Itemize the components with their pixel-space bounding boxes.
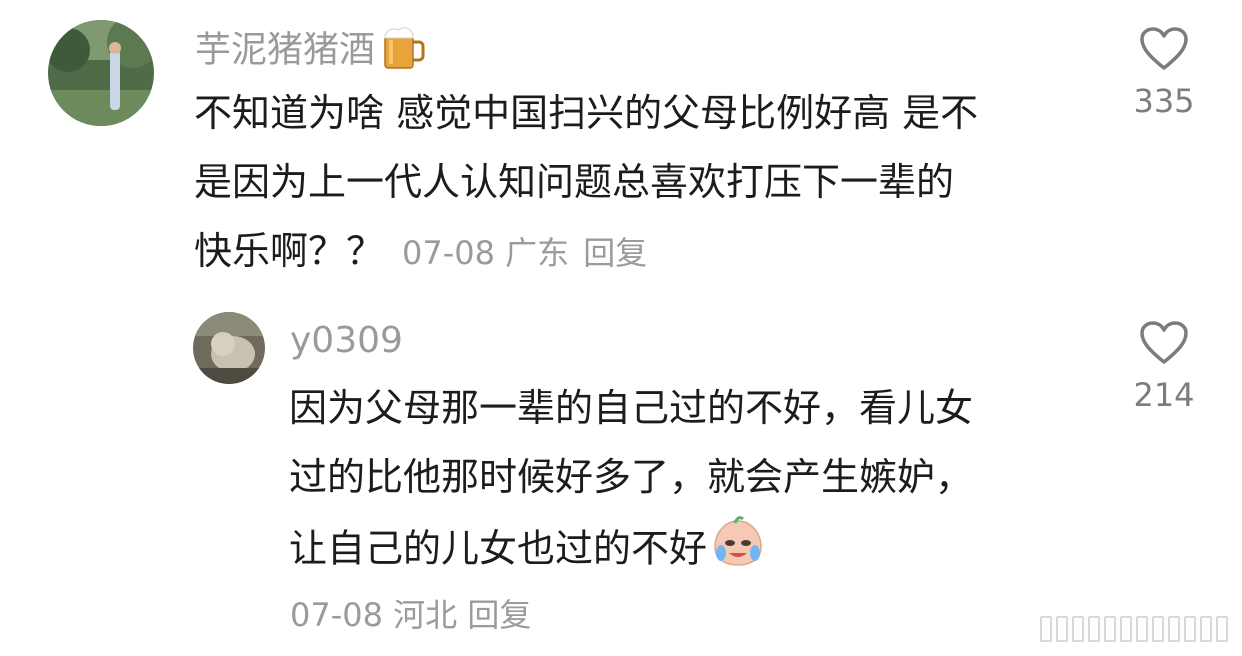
comment-line-last: 快乐啊？？ 07-08 广东 回复	[194, 229, 648, 273]
beer-mug-icon	[379, 24, 427, 79]
comment-line: 过的比他那时候好多了，就会产生嫉妒，	[289, 455, 974, 499]
avatar-image	[48, 20, 154, 126]
username[interactable]: 芋泥猪猪酒	[195, 24, 427, 79]
avatar[interactable]	[193, 312, 265, 384]
comment-line: 因为父母那一辈的自己过的不好，看儿女	[289, 386, 974, 430]
comment-body: 因为父母那一辈的自己过的不好，看儿女 过的比他那时候好多了，就会产生嫉妒， 让自…	[289, 385, 973, 592]
heart-icon	[1140, 321, 1188, 364]
username[interactable]: y0309	[290, 323, 403, 359]
comment-meta: 07-08 河北 回复	[290, 590, 531, 636]
comment-body: 不知道为啥 感觉中国扫兴的父母比例好高 是不 是因为上一代人认知问题总喜欢打压下…	[194, 90, 978, 297]
comment-line-last: 让自己的儿女也过的不好	[289, 516, 973, 592]
comment-line: 不知道为啥 感觉中国扫兴的父母比例好高 是不	[194, 91, 979, 135]
heart-icon	[1140, 27, 1188, 70]
comment-date: 07-08	[402, 234, 495, 272]
watermark-logo	[1040, 616, 1228, 642]
crying-face-emoji	[711, 515, 765, 579]
like-button[interactable]: 214	[1124, 320, 1204, 414]
avatar[interactable]	[48, 20, 154, 126]
comment-date: 07-08	[290, 596, 383, 634]
comment-section: 芋泥猪猪酒 不知道为啥 感觉中国扫兴的父母比例好高 是不 是因为上一代人认知问题…	[0, 0, 1242, 656]
reply-button[interactable]: 回复	[583, 234, 647, 272]
like-count: 335	[1133, 82, 1195, 120]
reply-button[interactable]: 回复	[467, 596, 531, 634]
avatar-image	[193, 312, 265, 384]
comment-line: 是因为上一代人认知问题总喜欢打压下一辈的	[194, 160, 955, 204]
comment-location: 广东	[505, 234, 570, 272]
like-count: 214	[1133, 376, 1195, 414]
comment-location: 河北	[393, 596, 458, 634]
like-button[interactable]: 335	[1124, 26, 1204, 120]
comment-meta: 07-08 广东 回复	[402, 234, 647, 272]
